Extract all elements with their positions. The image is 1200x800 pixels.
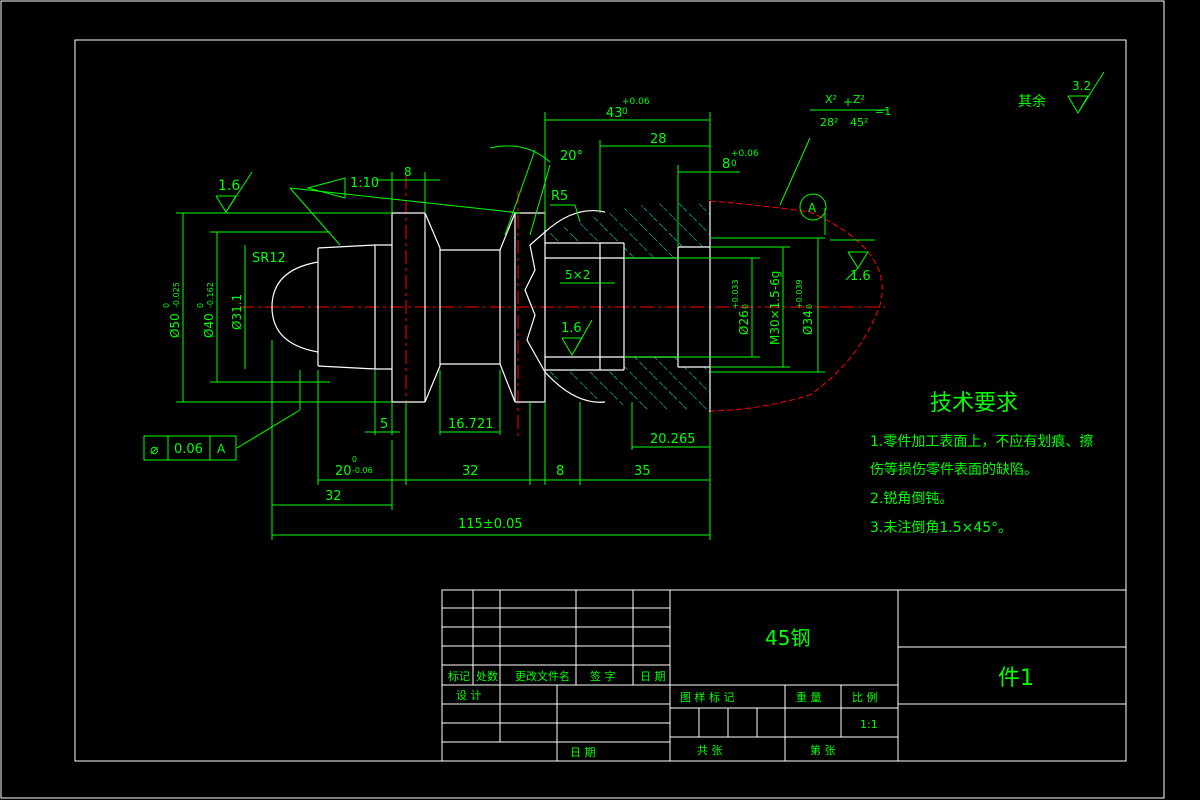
- weight-label: 重 量: [796, 690, 822, 704]
- surface-right: 1.6: [850, 269, 871, 284]
- dim-43: 43: [606, 106, 623, 121]
- dim-angle: 20°: [560, 149, 583, 164]
- dim-r5: R5: [551, 189, 568, 204]
- total-sheets: 共 张: [697, 744, 723, 757]
- dim-8-top: 8: [722, 157, 730, 172]
- dim-dia34-tol2: 0: [805, 304, 814, 309]
- eq-end: =1: [875, 105, 891, 118]
- scale-label: 比 例: [852, 690, 878, 704]
- dim-8-left: 8: [404, 165, 412, 179]
- dim-dia26-tol: +0.033: [731, 279, 740, 309]
- dim-dia34: Ø34: [801, 310, 815, 335]
- dim-dia40-tol2: -0.162: [206, 282, 215, 308]
- dim-28: 28: [650, 132, 667, 147]
- header-date: 日 期: [640, 670, 666, 683]
- surface-other-value: 3.2: [1072, 79, 1091, 93]
- engineering-drawing: 其余 3.2 1.6 1.6 1.6 X² + Z² 28² 45² =1 A …: [0, 0, 1165, 799]
- dim-dia50-tol: 0: [162, 303, 171, 308]
- dim-8-top-tol2: 0: [731, 159, 737, 169]
- dim-dia34-tol: +0.039: [795, 279, 804, 309]
- dim-35: 35: [634, 464, 651, 479]
- dim-m30: M30×1.5-6g: [768, 271, 782, 345]
- dim-groove: 5×2: [565, 268, 590, 282]
- surface-other-label: 其余: [1018, 93, 1046, 110]
- hatch-top: [545, 201, 710, 258]
- date-label: 日 期: [570, 746, 596, 759]
- tolerance-datum: A: [217, 442, 226, 456]
- technical-requirements: 技术要求 1.零件加工表面上，不应有划痕、擦 伤等损伤零件表面的缺陷。 2.锐角…: [870, 391, 1093, 536]
- tolerance-symbol: ⌀: [150, 442, 159, 458]
- header-doc: 更改文件名: [515, 669, 570, 683]
- dim-20265: 20.265: [650, 432, 696, 447]
- tech-req-line3: 2.锐角倒钝。: [870, 491, 953, 507]
- dim-16721: 16.721: [448, 417, 494, 432]
- dim-115: 115±0.05: [458, 517, 523, 532]
- eq-d1: 28²: [820, 116, 838, 129]
- sheet-number: 第 张: [810, 743, 836, 757]
- header-count: 处数: [476, 670, 498, 683]
- pattern-mark: 图 样 标 记: [680, 690, 735, 704]
- surface-inner: 1.6: [561, 321, 582, 336]
- dim-32b: 32: [325, 489, 342, 504]
- dim-sr12: SR12: [252, 251, 286, 266]
- dim-dia26: Ø26: [737, 310, 751, 335]
- hatch-bottom: [545, 357, 710, 412]
- tech-req-line4: 3.未注倒角1.5×45°。: [870, 520, 1012, 536]
- dim-43-tol: +0.06: [622, 97, 650, 107]
- dim-dia40-tol: 0: [196, 303, 205, 308]
- dim-20: 20: [335, 464, 352, 479]
- header-mark: 标记: [448, 669, 470, 683]
- dim-dia40: Ø40: [202, 313, 216, 338]
- dim-43-tol2: 0: [622, 107, 628, 117]
- dim-5: 5: [380, 417, 388, 432]
- dim-20-tol2: -0.06: [352, 466, 373, 475]
- eq-plus: +: [843, 95, 853, 109]
- dim-20-tol: 0: [352, 455, 357, 464]
- dim-dia26-tol2: 0: [741, 304, 750, 309]
- tech-req-line1: 1.零件加工表面上，不应有划痕、擦: [870, 433, 1093, 450]
- scale-value: 1:1: [860, 718, 878, 731]
- taper-label: 1:10: [350, 176, 379, 191]
- part-view: [240, 175, 885, 440]
- tolerance-value: 0.06: [174, 442, 203, 457]
- dim-32a: 32: [462, 464, 479, 479]
- eq-z: Z²: [853, 93, 865, 106]
- tech-req-line2: 伤等损伤零件表面的缺陷。: [870, 461, 1038, 478]
- part-name: 件1: [998, 666, 1034, 691]
- dim-dia31: Ø31.1: [230, 294, 244, 330]
- header-sign: 签 字: [590, 669, 616, 683]
- eq-x: X²: [825, 93, 837, 106]
- dim-dia50-tol2: -0.025: [172, 282, 181, 308]
- design-label: 设 计: [456, 689, 482, 702]
- datum-a: A: [808, 201, 817, 215]
- dim-8b: 8: [556, 464, 564, 479]
- surface-top-left: 1.6: [218, 178, 240, 194]
- dim-8-top-tol: +0.06: [731, 149, 759, 159]
- dim-dia50: Ø50: [168, 313, 182, 338]
- tech-req-title: 技术要求: [930, 391, 1018, 416]
- eq-d2: 45²: [850, 116, 868, 129]
- material: 45钢: [765, 626, 810, 650]
